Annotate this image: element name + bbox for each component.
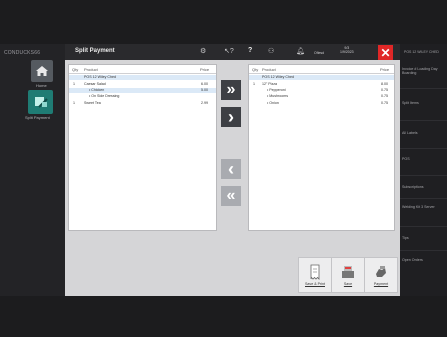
bottom-empty-area [0,296,447,337]
right-panel-item[interactable]: POS [402,157,410,161]
sidebar-title: CONDUCKS66 [4,50,41,56]
row-qty: 1 [253,82,255,86]
row-qty: 1 [73,101,75,105]
chevron-right-icon: › [228,106,234,127]
save-print-label: Save & Print [305,282,325,286]
row-price: 5.00 [201,88,208,92]
row-price: 0.75 [381,88,388,92]
settings-icon[interactable]: ⚙ [200,47,206,55]
close-icon: ✕ [380,45,391,60]
double-chevron-right-icon: » [226,81,236,98]
split-payment-icon [34,97,48,108]
move-all-right-button[interactable]: » [221,80,241,100]
column-header-product: Product [84,67,98,72]
right-panel-item[interactable]: Subscriptions [402,185,424,189]
divider [400,226,447,227]
table-row[interactable]: POS 12 Wiley Ched [262,75,294,79]
divider [400,198,447,199]
column-header-qty: Qty [72,67,79,72]
right-panel-title: POS 12 WILEY CHED [404,50,439,54]
page-title: Split Payment [75,48,115,54]
table-row[interactable]: • Chicken [89,88,104,92]
column-header-price: Price [200,67,210,72]
receipt-print-icon [310,264,320,280]
right-panel-item[interactable]: Invoice # Loading Day Boarding [402,67,442,75]
table-row[interactable]: • Onion [267,101,279,105]
right-panel-item[interactable]: Open Orders [402,258,432,262]
right-panel-item[interactable]: All Labels [402,131,418,135]
sidebar-item-split-payment[interactable] [28,90,53,114]
table-row[interactable]: • Mushrooms [267,94,288,98]
row-price: 0.75 [381,101,388,105]
divider [400,88,447,89]
help-icon[interactable]: ↖? [224,47,234,55]
info-icon[interactable]: ? [248,47,252,54]
table-row[interactable]: 12" Pizza [262,82,277,86]
column-header-qty: Qty [252,67,259,72]
right-panel-item[interactable]: Tips [402,236,409,240]
hand-payment-icon [376,266,386,277]
move-right-button[interactable]: › [221,107,241,127]
column-header-product: Product [262,67,276,72]
move-left-button[interactable]: ‹ [221,159,241,179]
bell-icon[interactable]: 🔔︎ [296,47,305,55]
row-price: 8.00 [381,82,388,86]
close-button[interactable]: ✕ [378,45,393,60]
table-row[interactable]: Caesar Salad [84,82,106,86]
move-all-left-button[interactable]: « [221,186,241,206]
original-order-list[interactable]: Qty Product Price POS 12 Wiley Ched 1 Ca… [68,64,217,231]
save-label: Save [343,282,353,286]
register-icon [342,266,354,278]
save-button[interactable]: Save [331,257,365,293]
sidebar-item-label: Split Payment [25,115,50,120]
table-row[interactable]: • On Side Dressing [89,94,119,98]
divider [249,73,394,74]
row-price: 6.00 [201,82,208,86]
divider [400,148,447,149]
split-order-list[interactable]: Qty Product Price POS 12 Wiley Ched 1 12… [248,64,395,231]
divider [400,175,447,176]
divider [69,73,216,74]
header-datetime: 9/3 1/9/2023 [340,46,354,54]
row-price: 2.99 [201,101,208,105]
house-icon [36,66,48,76]
right-panel-item[interactable]: Split Items [402,101,419,105]
row-qty: 1 [73,82,75,86]
users-icon[interactable]: ⚇ [268,47,274,55]
table-row[interactable]: • Pepperoni [267,88,286,92]
date-text: 1/9/2023 [340,50,354,54]
divider [400,250,447,251]
sidebar-item-home[interactable] [31,60,53,82]
save-print-button[interactable]: Save & Print [298,257,332,293]
divider [400,120,447,121]
chevron-left-icon: ‹ [228,158,234,179]
column-header-price: Price [380,67,390,72]
right-panel-item[interactable]: Welding Kit 3 Server [402,205,442,209]
payment-label: Payment [373,282,389,286]
status-text: Ofiesd [314,51,325,55]
top-empty-area [0,0,447,44]
table-row[interactable]: POS 12 Wiley Ched [84,75,116,79]
sidebar-item-label: Home [36,83,47,88]
payment-button[interactable]: Payment [364,257,398,293]
table-row[interactable]: Sweet Tea [84,101,101,105]
double-chevron-left-icon: « [226,187,236,204]
row-price: 0.75 [381,94,388,98]
